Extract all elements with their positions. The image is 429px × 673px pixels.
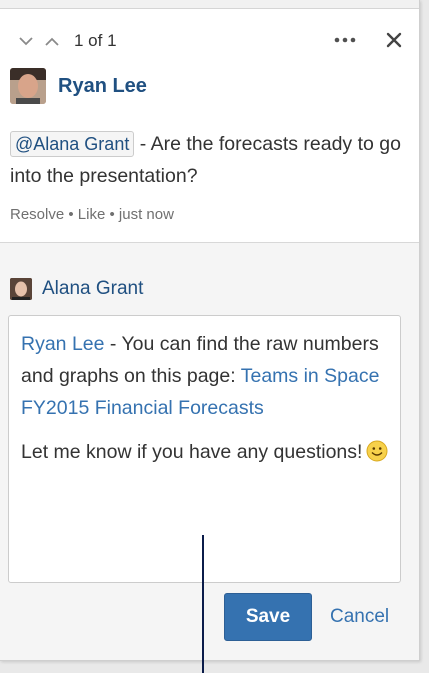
chevron-up-icon[interactable] xyxy=(40,29,64,53)
panel-top-edge xyxy=(0,0,419,9)
comment-panel: 1 of 1 Ryan Lee @Alana Grant - Are the f… xyxy=(0,0,420,661)
close-icon[interactable] xyxy=(380,27,408,53)
reply-author-name[interactable]: Alana Grant xyxy=(42,278,143,300)
user-mention[interactable]: @Alana Grant xyxy=(10,131,135,157)
like-link[interactable]: Like xyxy=(78,206,106,223)
author-name-link[interactable]: Ryan Lee xyxy=(58,75,147,98)
comment-counter: 1 of 1 xyxy=(74,31,117,50)
reply-author: Alana Grant xyxy=(10,278,143,300)
annotation-pointer-line xyxy=(202,535,204,673)
comment-actions: Resolve • Like • just now xyxy=(10,206,174,223)
reply-paragraph-2: Let me know if you have any questions! xyxy=(21,436,391,468)
smiley-icon xyxy=(366,440,388,462)
save-button[interactable]: Save xyxy=(224,593,312,641)
reply-editor[interactable]: Ryan Lee - You can find the raw numbers … xyxy=(8,315,401,583)
comment-navigation: 1 of 1 xyxy=(14,28,117,54)
resolve-link[interactable]: Resolve xyxy=(10,206,64,223)
user-mention-link[interactable]: Ryan Lee xyxy=(21,333,104,355)
cancel-button[interactable]: Cancel xyxy=(330,593,389,641)
avatar[interactable] xyxy=(10,68,46,104)
reply-text: Let me know if you have any questions! xyxy=(21,441,363,463)
reply-paragraph-1: Ryan Lee - You can find the raw numbers … xyxy=(21,328,391,424)
reply-editor-content[interactable]: Ryan Lee - You can find the raw numbers … xyxy=(21,328,391,468)
comment-author: Ryan Lee xyxy=(10,68,147,104)
avatar[interactable] xyxy=(10,278,32,300)
chevron-down-icon[interactable] xyxy=(14,29,38,53)
comment-body: @Alana Grant - Are the forecasts ready t… xyxy=(10,128,405,192)
separator: • xyxy=(105,206,119,223)
more-icon[interactable] xyxy=(330,28,360,52)
timestamp: just now xyxy=(118,206,174,223)
separator: • xyxy=(64,206,78,223)
